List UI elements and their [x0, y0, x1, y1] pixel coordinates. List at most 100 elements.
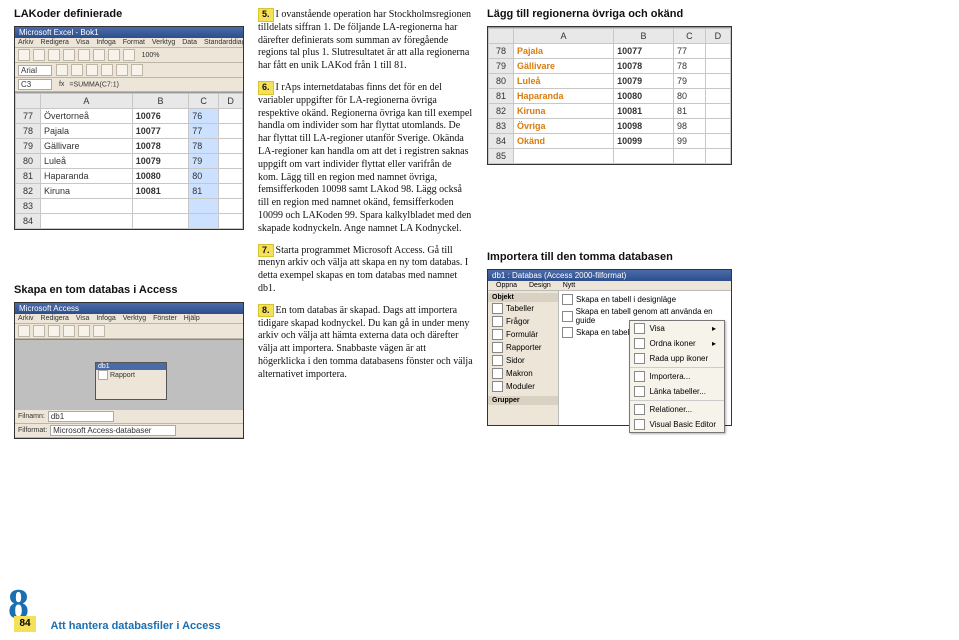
row-header[interactable]: 82	[489, 104, 514, 119]
cell[interactable]	[189, 199, 219, 214]
cell[interactable]: Kiruna	[514, 104, 614, 119]
menu-data[interactable]: Data	[182, 39, 197, 46]
menu-redigera[interactable]: Redigera	[41, 315, 69, 322]
cell[interactable]	[189, 214, 219, 229]
row-header[interactable]: 84	[489, 134, 514, 149]
toolbar-icon[interactable]	[63, 49, 75, 61]
context-menu[interactable]: Visa▸ Ordna ikoner▸ Rada upp ikoner Impo…	[629, 320, 725, 433]
underline-icon[interactable]	[86, 64, 98, 76]
col-header[interactable]: D	[219, 94, 243, 109]
cell[interactable]: 76	[189, 109, 219, 124]
cell[interactable]	[219, 199, 243, 214]
cell[interactable]: Övertorneå	[41, 109, 133, 124]
align-icon[interactable]	[131, 64, 143, 76]
font-name-box[interactable]: Arial	[18, 65, 52, 76]
toolbar-icon[interactable]	[78, 49, 90, 61]
cell[interactable]: 77	[189, 124, 219, 139]
cell[interactable]: 10077	[614, 44, 674, 59]
cell[interactable]: 78	[673, 59, 705, 74]
row-header[interactable]: 82	[16, 184, 41, 199]
cell[interactable]	[219, 154, 243, 169]
toolbar-icon[interactable]	[33, 49, 45, 61]
menu-visa[interactable]: Visa	[76, 315, 90, 322]
side-moduler[interactable]: Moduler	[488, 380, 558, 393]
cell[interactable]: 10099	[614, 134, 674, 149]
cell[interactable]	[219, 214, 243, 229]
row-header[interactable]: 81	[16, 169, 41, 184]
cell[interactable]: 78	[189, 139, 219, 154]
name-box[interactable]: C3	[18, 79, 52, 90]
cell[interactable]: 99	[673, 134, 705, 149]
cell[interactable]: 10079	[132, 154, 188, 169]
cell[interactable]: 10098	[614, 119, 674, 134]
cell[interactable]	[41, 214, 133, 229]
cell[interactable]: 10077	[132, 124, 188, 139]
cell[interactable]: Gällivare	[514, 59, 614, 74]
btn-design[interactable]: Design	[529, 282, 551, 289]
cell[interactable]: 80	[189, 169, 219, 184]
col-header[interactable]: A	[41, 94, 133, 109]
cell[interactable]	[41, 199, 133, 214]
cell[interactable]	[705, 44, 730, 59]
cell[interactable]	[673, 149, 705, 164]
cell[interactable]: Pajala	[41, 124, 133, 139]
col-header[interactable]: C	[189, 94, 219, 109]
cell[interactable]	[705, 74, 730, 89]
mini-item[interactable]: Rapport	[110, 372, 135, 379]
cell[interactable]	[219, 139, 243, 154]
cell[interactable]: 79	[673, 74, 705, 89]
row-header[interactable]: 78	[16, 124, 41, 139]
menu-hjalp[interactable]: Hjälp	[184, 315, 200, 322]
cell[interactable]: 10080	[132, 169, 188, 184]
cell[interactable]: 10076	[132, 109, 188, 124]
cell[interactable]	[219, 184, 243, 199]
cell[interactable]	[614, 149, 674, 164]
cell[interactable]	[705, 104, 730, 119]
ctx-lanka[interactable]: Länka tabeller...	[630, 384, 724, 399]
cell[interactable]: Övriga	[514, 119, 614, 134]
cell[interactable]: 77	[673, 44, 705, 59]
row-header[interactable]: 83	[489, 119, 514, 134]
toolbar-icon[interactable]	[123, 49, 135, 61]
menu-format[interactable]: Format	[123, 39, 145, 46]
cell[interactable]	[219, 169, 243, 184]
cell[interactable]	[132, 199, 188, 214]
ctx-relationer[interactable]: Relationer...	[630, 402, 724, 417]
ctx-ordna[interactable]: Ordna ikoner▸	[630, 336, 724, 351]
toolbar-icon[interactable]	[78, 325, 90, 337]
col-header[interactable]: D	[705, 29, 730, 44]
cell[interactable]: Gällivare	[41, 139, 133, 154]
menu-visa[interactable]: Visa	[76, 39, 90, 46]
row-header[interactable]: 84	[16, 214, 41, 229]
cell[interactable]	[705, 89, 730, 104]
cell[interactable]: 81	[189, 184, 219, 199]
cell[interactable]: Luleå	[41, 154, 133, 169]
cell[interactable]: Luleå	[514, 74, 614, 89]
cell[interactable]: Haparanda	[41, 169, 133, 184]
row-header[interactable]: 81	[489, 89, 514, 104]
cell[interactable]: Pajala	[514, 44, 614, 59]
toolbar-icon[interactable]	[108, 49, 120, 61]
cell[interactable]: 10080	[614, 89, 674, 104]
filnamn-input[interactable]: db1	[48, 411, 114, 422]
cell[interactable]: 10081	[132, 184, 188, 199]
cell[interactable]	[219, 124, 243, 139]
corner-cell[interactable]	[489, 29, 514, 44]
toolbar-icon[interactable]	[93, 325, 105, 337]
toolbar-icon[interactable]	[33, 325, 45, 337]
toolbar-icon[interactable]	[48, 325, 60, 337]
spreadsheet-grid[interactable]: A B C D 77Övertorneå1007676 78Pajala1007…	[15, 92, 243, 229]
cell[interactable]: Haparanda	[514, 89, 614, 104]
side-formular[interactable]: Formulär	[488, 328, 558, 341]
toolbar-icon[interactable]	[48, 49, 60, 61]
bold-icon[interactable]	[56, 64, 68, 76]
menu-arkiv[interactable]: Arkiv	[18, 39, 34, 46]
menu-diagram[interactable]: Standarddiagram	[204, 39, 243, 46]
side-sidor[interactable]: Sidor	[488, 354, 558, 367]
cell[interactable]: 79	[189, 154, 219, 169]
cell[interactable]	[514, 149, 614, 164]
cell[interactable]: 98	[673, 119, 705, 134]
toolbar-icon[interactable]	[18, 49, 30, 61]
row-header[interactable]: 78	[489, 44, 514, 59]
row-header[interactable]: 80	[489, 74, 514, 89]
